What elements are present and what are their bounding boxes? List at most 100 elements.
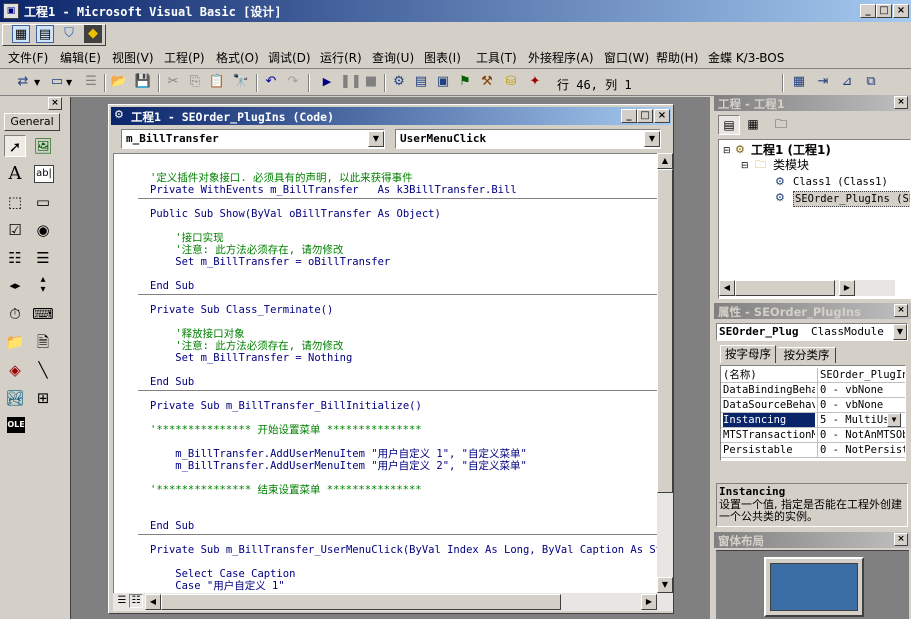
properties-window-icon[interactable]: ▤ [412, 73, 430, 91]
menu-file[interactable]: 文件(F) [8, 48, 48, 68]
shape-tool-icon[interactable]: ◈ [4, 359, 26, 381]
object-combo-dropdown-icon[interactable]: ▼ [368, 131, 384, 147]
dropdown-arrow-icon[interactable]: ▼ [66, 78, 72, 87]
timer-tool-icon[interactable]: ⏱ [4, 303, 26, 325]
monitor-screen[interactable] [770, 563, 858, 611]
menu-debug[interactable]: 调试(D) [268, 48, 311, 68]
dropdown-arrow-icon[interactable]: ▼ [34, 78, 40, 87]
frame-tool-icon[interactable]: ⬚ [4, 191, 26, 213]
addin-icon[interactable]: ◆ [84, 25, 102, 43]
object-browser-icon[interactable]: ⚑ [456, 73, 474, 91]
data-tool-icon[interactable]: ⊞ [32, 387, 54, 409]
data-view-icon[interactable]: ⛁ [502, 73, 520, 91]
property-row[interactable]: DataSourceBehav 0 - vbNone [721, 398, 905, 413]
shield-icon[interactable]: ⛉ [60, 25, 78, 43]
designer-icon[interactable]: ▦ [12, 25, 30, 43]
toggle-folders-button[interactable]: 🗀 [770, 115, 792, 135]
toolbox-icon[interactable]: ⚒ [478, 73, 496, 91]
property-row[interactable]: MTSTransactionM 0 - NotAnMTSOb [721, 428, 905, 443]
property-row[interactable]: Persistable 0 - NotPersist [721, 443, 905, 458]
menu-view[interactable]: 视图(V) [112, 48, 154, 68]
undo-icon[interactable]: ↶ [262, 73, 280, 91]
redo-icon[interactable]: ↷ [284, 73, 302, 91]
menu-help[interactable]: 帮助(H) [656, 48, 698, 68]
hscroll-thumb[interactable] [735, 280, 835, 296]
textbox-tool-icon[interactable]: ab| [34, 165, 54, 183]
menu-editor-icon[interactable]: ☰ [82, 73, 100, 91]
property-row[interactable]: (名称) SEOrder_PlugIn [721, 368, 905, 383]
pointer-tool-icon[interactable]: ➚ [4, 135, 26, 157]
properties-close-button[interactable]: × [894, 304, 908, 317]
scroll-thumb[interactable] [657, 169, 673, 493]
menu-query[interactable]: 查询(U) [372, 48, 414, 68]
run-icon[interactable]: ▶ [318, 73, 336, 91]
combobox-tool-icon[interactable]: ☷ [4, 247, 26, 269]
kingdee-tool3-icon[interactable]: ⊿ [838, 73, 856, 91]
kingdee-tool2-icon[interactable]: ⇥ [814, 73, 832, 91]
menu-edit[interactable]: 编辑(E) [60, 48, 101, 68]
maximize-button[interactable]: □ [876, 4, 892, 18]
code-maximize-button[interactable]: □ [637, 109, 653, 123]
menu-run[interactable]: 运行(R) [320, 48, 362, 68]
commandbutton-tool-icon[interactable]: ▭ [32, 191, 54, 213]
menu-window[interactable]: 窗口(W) [604, 48, 649, 68]
tree-class1[interactable]: Class1 (Class1) [793, 175, 888, 189]
hscroll-thumb[interactable] [161, 594, 561, 610]
save-icon[interactable]: 💾 [134, 73, 152, 91]
tree-seorder-plugins[interactable]: SEOrder_PlugIns (SE [793, 191, 910, 207]
code-vscrollbar[interactable]: ▲ ▼ [657, 153, 673, 593]
form-layout-icon[interactable]: ▣ [434, 73, 452, 91]
menu-kingdee[interactable]: 金蝶 K/3-BOS [708, 48, 784, 68]
close-button[interactable]: × [893, 4, 909, 18]
add-project-icon[interactable]: ⇄ [14, 73, 32, 91]
vscrollbar-tool-icon[interactable]: ▴ ▾ [32, 275, 54, 297]
minimize-button[interactable]: _ [860, 4, 876, 18]
tree-expand-icon[interactable]: ⊟ [723, 144, 731, 158]
vb-app-icon[interactable]: ▣ [3, 3, 19, 19]
full-module-view-icon[interactable]: ☷ [129, 594, 143, 608]
menu-tools[interactable]: 工具(T) [476, 48, 517, 68]
scroll-left-icon[interactable]: ◀ [145, 594, 161, 610]
scroll-left-icon[interactable]: ◀ [719, 280, 735, 296]
label-tool-icon[interactable]: A [4, 163, 26, 185]
optionbutton-tool-icon[interactable]: ◉ [32, 219, 54, 241]
visual-component-icon[interactable]: ✦ [526, 73, 544, 91]
tree-hscrollbar[interactable]: ◀ ▶ [719, 280, 895, 296]
form-layout-close-button[interactable]: × [894, 533, 908, 546]
picturebox-tool-icon[interactable]: 🖼 [32, 135, 54, 157]
code-window-icon[interactable]: ⚙ [114, 108, 124, 121]
add-form-icon[interactable]: ▭ [48, 73, 66, 91]
open-folder-icon[interactable]: 📂 [110, 73, 128, 91]
property-row-selected[interactable]: Instancing 5 - MultiUs ▼ [721, 413, 905, 428]
object-combo[interactable]: m_BillTransfer ▼ [121, 129, 385, 149]
code-editor[interactable]: '定义插件对象接口. 必须具有的声明, 以此来获得事件 Private With… [113, 153, 657, 593]
tab-categorized[interactable]: 按分类序 [778, 347, 836, 363]
tree-project-root[interactable]: 工程1 (工程1) [751, 143, 831, 157]
tree-expand-icon[interactable]: ⊟ [741, 159, 749, 173]
toolbox-close-button[interactable]: × [48, 97, 62, 110]
project-tree[interactable]: ⊟ ⚙ 工程1 (工程1) ⊟ 🗀 类模块 ⚙ Class1 (Class1) … [718, 139, 911, 299]
property-value[interactable]: 5 - MultiUs [817, 413, 891, 427]
menu-diagram[interactable]: 图表(I) [424, 48, 461, 68]
code-close-button[interactable]: × [654, 109, 670, 123]
drivelistbox-tool-icon[interactable]: ⌨ [32, 303, 54, 325]
procedure-combo[interactable]: UserMenuClick ▼ [395, 129, 661, 149]
property-dropdown-icon[interactable]: ▼ [887, 413, 901, 427]
form-icon[interactable]: ▤ [36, 25, 54, 43]
menu-addins[interactable]: 外接程序(A) [528, 48, 594, 68]
procedure-view-icon[interactable]: ☰ [115, 594, 129, 608]
cut-icon[interactable]: ✂ [164, 73, 182, 91]
ole-tool-icon[interactable]: OLE [7, 417, 25, 433]
copy-icon[interactable]: ⎘ [186, 73, 204, 91]
image-tool-icon[interactable]: 🏞 [4, 387, 26, 409]
property-row[interactable]: DataBindingBehav 0 - vbNone [721, 383, 905, 398]
object-selector[interactable]: SEOrder_Plug ClassModule ▼ [716, 323, 908, 341]
project-explorer-close-button[interactable]: × [894, 96, 908, 109]
listbox-tool-icon[interactable]: ☰ [32, 247, 54, 269]
object-selector-dropdown-icon[interactable]: ▼ [893, 324, 907, 340]
checkbox-tool-icon[interactable]: ☑ [4, 219, 26, 241]
code-minimize-button[interactable]: _ [621, 109, 637, 123]
filelistbox-tool-icon[interactable]: 🗎 [32, 331, 54, 353]
kingdee-tool1-icon[interactable]: ▦ [790, 73, 808, 91]
view-code-button[interactable]: ▤ [718, 115, 740, 135]
